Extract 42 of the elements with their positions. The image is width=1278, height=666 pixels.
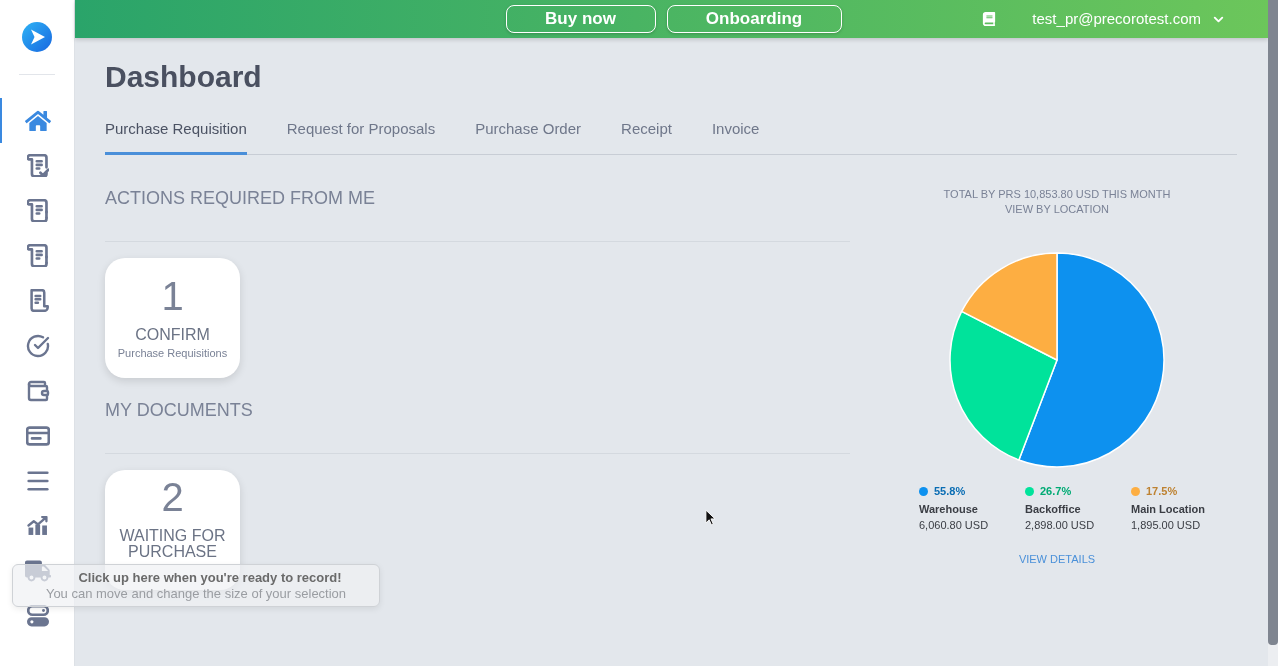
card-icon bbox=[26, 425, 50, 446]
scroll-check-icon bbox=[27, 154, 49, 177]
card-label: CONFIRM bbox=[134, 327, 211, 343]
chart-subtitle: VIEW BY LOCATION bbox=[1004, 202, 1110, 217]
card-label: WAITING FOR PURCHASE bbox=[118, 528, 227, 560]
tab[interactable]: Request for Proposals bbox=[286, 119, 436, 155]
view-details-link[interactable]: VIEW DETAILS bbox=[1018, 552, 1096, 566]
book-icon[interactable] bbox=[982, 12, 997, 26]
tab[interactable]: Purchase Requisition bbox=[105, 119, 247, 155]
server-icon bbox=[27, 604, 49, 627]
logo-icon bbox=[22, 22, 52, 52]
legend-name: Main Location bbox=[1131, 502, 1206, 516]
card-sublabel: Purchase Requisitions bbox=[117, 346, 228, 360]
mouse-pointer-icon bbox=[705, 509, 716, 526]
receipt-icon bbox=[27, 289, 49, 312]
legend-name: Warehouse bbox=[919, 502, 979, 516]
legend-percent: 55.8% bbox=[934, 484, 966, 498]
tab[interactable]: Receipt bbox=[621, 119, 672, 155]
summary-card[interactable]: 1 CONFIRM Purchase Requisitions bbox=[105, 258, 240, 378]
section-title: ACTIONS REQUIRED FROM ME bbox=[105, 187, 375, 209]
top-bar-button[interactable]: Onboarding bbox=[666, 5, 842, 33]
legend-amount: 6,060.80 USD bbox=[919, 518, 990, 532]
legend-name: Backoffice bbox=[1025, 502, 1082, 516]
check-circle-icon bbox=[26, 333, 50, 358]
bar-chart-arrow-icon bbox=[27, 515, 49, 536]
user-menu[interactable]: test_pr@precorotest.com bbox=[1032, 7, 1226, 31]
legend-amount: 1,895.00 USD bbox=[1131, 518, 1202, 532]
chart-title: TOTAL BY PRS 10,853.80 USD THIS MONTH bbox=[943, 187, 1171, 202]
section-title: MY DOCUMENTS bbox=[105, 399, 253, 421]
tab[interactable]: Purchase Order bbox=[475, 119, 582, 155]
card-count: 2 bbox=[161, 477, 184, 517]
page-title: Dashboard bbox=[105, 59, 262, 95]
legend-amount: 2,898.00 USD bbox=[1025, 518, 1096, 532]
legend-percent: 17.5% bbox=[1146, 484, 1178, 498]
scroll-icon bbox=[27, 199, 49, 222]
wallet-icon bbox=[26, 378, 50, 403]
recorder-prompt-toast[interactable]: Click up here when you're ready to record! You can move and change the size of your selection bbox=[12, 564, 380, 607]
legend-percent: 26.7% bbox=[1040, 484, 1072, 498]
scroll-icon bbox=[27, 244, 49, 267]
top-bar-button[interactable]: Buy now bbox=[505, 5, 656, 33]
card-count: 1 bbox=[161, 276, 184, 316]
tab[interactable]: Invoice bbox=[711, 119, 760, 155]
